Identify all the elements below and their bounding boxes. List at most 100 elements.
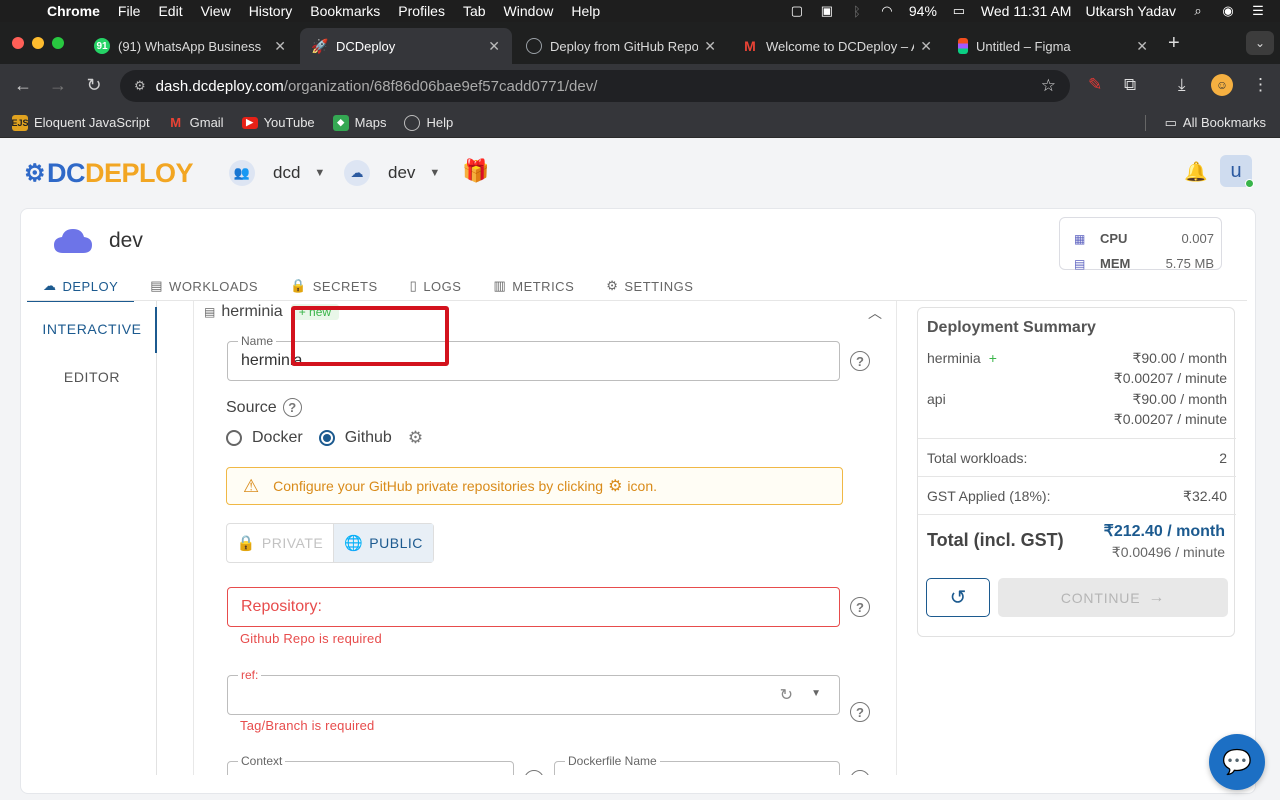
download-icon[interactable]: ⤓ bbox=[1178, 75, 1186, 95]
screen-icon[interactable]: ▢ bbox=[789, 3, 805, 19]
gst-value: ₹32.40 bbox=[1183, 488, 1227, 504]
chat-support-button[interactable]: 💬 bbox=[1209, 734, 1265, 790]
menu-tab[interactable]: Tab bbox=[454, 3, 495, 19]
tab-settings[interactable]: ⚙ SETTINGS bbox=[590, 271, 709, 301]
close-tab-icon[interactable]: ✕ bbox=[488, 38, 500, 55]
profile-avatar-icon[interactable]: ☺ bbox=[1211, 74, 1233, 96]
all-bookmarks-button[interactable]: ▭ All Bookmarks bbox=[1165, 115, 1266, 131]
public-label: PUBLIC bbox=[369, 535, 423, 551]
display-icon[interactable]: ▣ bbox=[819, 3, 835, 19]
bookmark-star-icon[interactable]: ☆ bbox=[1041, 76, 1056, 96]
bluetooth-icon[interactable]: ᛒ bbox=[849, 4, 865, 19]
help-icon[interactable]: ? bbox=[850, 702, 870, 722]
help-icon[interactable]: ? bbox=[850, 597, 870, 617]
bookmark-gmail[interactable]: M Gmail bbox=[168, 115, 223, 131]
browser-tab-whatsapp[interactable]: 91 (91) WhatsApp Business ✕ bbox=[82, 28, 298, 64]
private-option[interactable]: 🔒 PRIVATE bbox=[227, 524, 333, 562]
help-icon[interactable]: ? bbox=[524, 770, 544, 775]
menu-history[interactable]: History bbox=[240, 3, 302, 19]
zoom-window-button[interactable] bbox=[52, 37, 64, 49]
forward-icon[interactable]: → bbox=[47, 75, 69, 96]
back-icon[interactable]: ← bbox=[12, 75, 34, 96]
tab-secrets[interactable]: 🔒 SECRETS bbox=[274, 271, 394, 301]
bookmark-youtube[interactable]: ▶ YouTube bbox=[241, 115, 315, 130]
browser-tab-gmail[interactable]: M Welcome to DCDeploy – A ✕ bbox=[730, 28, 944, 64]
name-field[interactable]: Name herminia bbox=[227, 334, 840, 381]
wifi-icon[interactable]: ◠ bbox=[879, 3, 895, 19]
github-settings-gear-icon[interactable]: ⚙ bbox=[408, 428, 423, 448]
bookmark-maps[interactable]: ◆ Maps bbox=[332, 114, 386, 131]
gear-icon[interactable]: ⚙ bbox=[608, 476, 622, 496]
battery-icon[interactable]: ▭ bbox=[951, 3, 967, 19]
menu-file[interactable]: File bbox=[109, 3, 150, 19]
menu-profiles[interactable]: Profiles bbox=[389, 3, 454, 19]
help-icon[interactable]: ? bbox=[282, 398, 302, 417]
plus-icon: + bbox=[988, 350, 997, 366]
browser-tab-figma[interactable]: Untitled – Figma ✕ bbox=[946, 28, 1160, 64]
close-tab-icon[interactable]: ✕ bbox=[274, 38, 286, 55]
tab-deploy[interactable]: ☁ DEPLOY bbox=[27, 271, 135, 302]
refresh-icon[interactable]: ↻ bbox=[780, 685, 793, 705]
close-window-button[interactable] bbox=[12, 37, 24, 49]
app-header: ⚙ DC DEPLOY 👥 dcd ▼ ☁ dev ▼ bbox=[0, 144, 1280, 200]
public-option[interactable]: 🌐 PUBLIC bbox=[333, 524, 433, 562]
dcdeploy-logo[interactable]: ⚙ DC DEPLOY bbox=[24, 158, 194, 189]
dockerfile-name-field[interactable]: Dockerfile Name bbox=[554, 754, 840, 775]
browser-tab-dcdeploy[interactable]: 🚀 DCDeploy ✕ bbox=[300, 28, 512, 64]
chevron-down-icon[interactable]: ▼ bbox=[811, 688, 821, 699]
bookmark-help[interactable]: Help bbox=[404, 114, 453, 131]
workload-header[interactable]: ▤ herminia + new bbox=[204, 303, 340, 321]
cpu-usage: ▦ CPU 0.007 bbox=[1074, 231, 1214, 246]
bell-icon[interactable]: 🔔 bbox=[1184, 160, 1208, 184]
clock[interactable]: Wed 11:31 AM bbox=[981, 3, 1072, 19]
context-field[interactable]: Context bbox=[227, 754, 514, 775]
docker-radio[interactable] bbox=[226, 430, 242, 446]
ref-error: Tag/Branch is required bbox=[240, 718, 375, 733]
sidenav-interactive[interactable]: INTERACTIVE bbox=[27, 321, 157, 337]
menu-bookmarks[interactable]: Bookmarks bbox=[301, 3, 389, 19]
extensions-icon[interactable]: ⧉ bbox=[1124, 75, 1136, 95]
bookmark-eloquent-js[interactable]: EJS Eloquent JavaScript bbox=[12, 114, 150, 131]
minimize-window-button[interactable] bbox=[32, 37, 44, 49]
tab-metrics[interactable]: ▥ METRICS bbox=[477, 271, 590, 301]
close-tab-icon[interactable]: ✕ bbox=[704, 38, 716, 55]
gift-icon[interactable]: 🎁 bbox=[462, 158, 489, 184]
control-center-icon[interactable]: ☰ bbox=[1250, 3, 1266, 19]
docker-radio-label[interactable]: Docker bbox=[252, 429, 303, 447]
chevron-up-icon[interactable]: ︿ bbox=[868, 303, 882, 323]
repository-field[interactable]: Repository: bbox=[227, 587, 840, 627]
pen-extension-icon[interactable]: ✎ bbox=[1088, 75, 1102, 95]
menu-help[interactable]: Help bbox=[562, 3, 609, 19]
menu-app[interactable]: Chrome bbox=[38, 3, 109, 19]
tab-workloads[interactable]: ▤ WORKLOADS bbox=[134, 271, 274, 301]
user-name[interactable]: Utkarsh Yadav bbox=[1085, 3, 1176, 19]
github-radio[interactable] bbox=[318, 430, 335, 446]
github-radio-label[interactable]: Github bbox=[345, 429, 392, 447]
close-tab-icon[interactable]: ✕ bbox=[920, 38, 932, 55]
ref-field[interactable]: ref: ↻ ▼ bbox=[227, 668, 840, 715]
continue-button[interactable]: CONTINUE → bbox=[998, 578, 1228, 617]
site-info-icon[interactable]: ⚙ bbox=[134, 78, 146, 94]
help-icon[interactable]: ? bbox=[850, 770, 870, 775]
close-tab-icon[interactable]: ✕ bbox=[1136, 38, 1148, 55]
browser-tab-deploy-github[interactable]: Deploy from GitHub Repo ✕ bbox=[514, 28, 728, 64]
tab-search-icon[interactable]: ⌄ bbox=[1246, 31, 1274, 55]
spotlight-search-icon[interactable]: ⌕ bbox=[1190, 3, 1206, 19]
gst-row: GST Applied (18%): ₹32.40 bbox=[927, 488, 1227, 504]
menu-window[interactable]: Window bbox=[495, 3, 563, 19]
env-selector[interactable]: ☁ dev ▼ bbox=[344, 160, 440, 186]
tab-logs[interactable]: ▯ LOGS bbox=[394, 271, 478, 301]
new-tab-icon[interactable]: + bbox=[1168, 32, 1180, 55]
help-icon[interactable]: ? bbox=[850, 351, 870, 371]
address-bar[interactable]: ⚙ dash.dcdeploy.com/organization/68f86d0… bbox=[120, 70, 1070, 102]
history-button[interactable]: ↺ bbox=[926, 578, 990, 617]
siri-icon[interactable]: ◉ bbox=[1220, 3, 1236, 19]
chrome-menu-icon[interactable]: ⋮ bbox=[1252, 75, 1269, 95]
org-selector[interactable]: 👥 dcd ▼ bbox=[229, 160, 325, 186]
reload-icon[interactable]: ↻ bbox=[83, 75, 105, 96]
menu-edit[interactable]: Edit bbox=[149, 3, 191, 19]
sidenav-editor[interactable]: EDITOR bbox=[27, 369, 157, 385]
menu-view[interactable]: View bbox=[192, 3, 240, 19]
user-avatar[interactable]: u bbox=[1220, 155, 1254, 188]
server-icon: ▤ bbox=[204, 305, 216, 319]
